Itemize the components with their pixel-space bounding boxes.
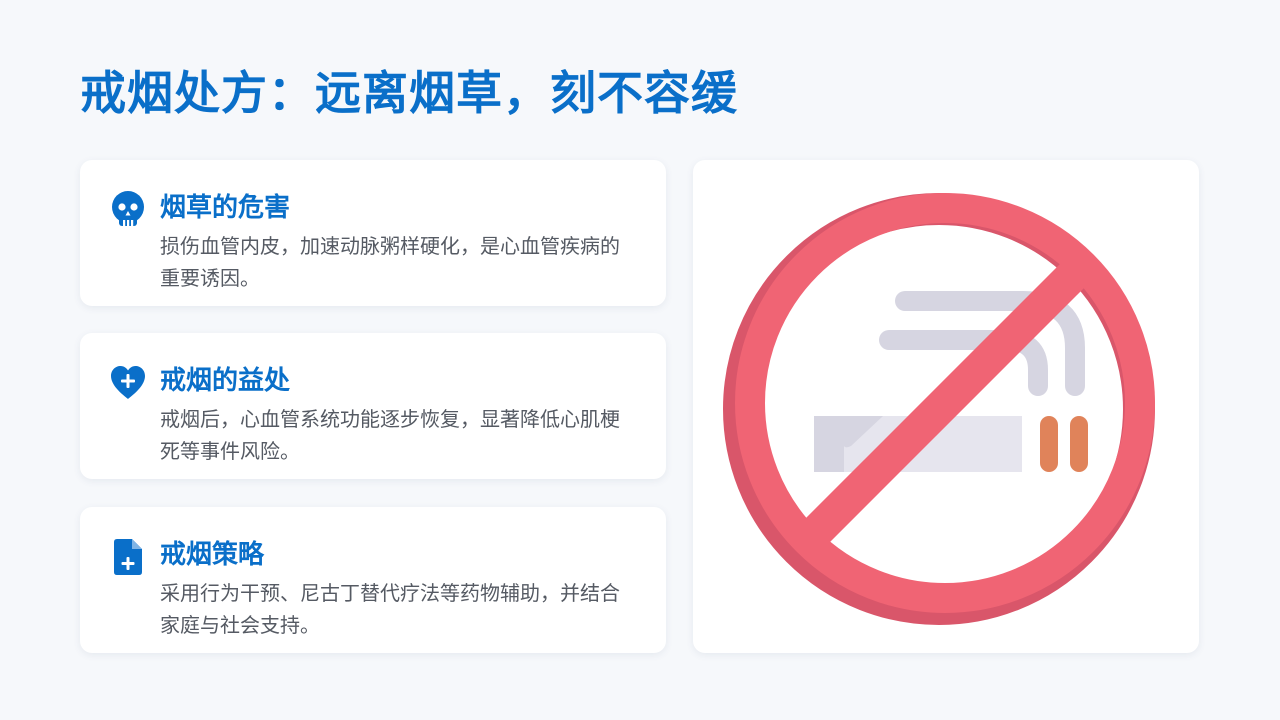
strategy-card-body: 采用行为干预、尼古丁替代疗法等药物辅助，并结合家庭与社会支持。 [160, 581, 620, 637]
skull-icon [108, 190, 148, 230]
slide: 戒烟处方：远离烟草，刻不容缓 烟草的危害 损伤血管内皮，加速动脉粥样硬化，是心血… [0, 0, 1280, 720]
strategy-card: 戒烟策略 采用行为干预、尼古丁替代疗法等药物辅助，并结合家庭与社会支持。 [80, 507, 666, 653]
heart-plus-icon [108, 363, 148, 403]
page-title: 戒烟处方：远离烟草，刻不容缓 [80, 66, 738, 120]
harm-card-body: 损伤血管内皮，加速动脉粥样硬化，是心血管疾病的重要诱因。 [160, 234, 620, 290]
no-smoking-icon [723, 193, 1155, 625]
harm-card-title: 烟草的危害 [160, 193, 291, 223]
file-plus-icon [108, 537, 148, 577]
strategy-card-title: 戒烟策略 [160, 540, 265, 570]
benefit-card: 戒烟的益处 戒烟后，心血管系统功能逐步恢复，显著降低心肌梗死等事件风险。 [80, 333, 666, 479]
harm-card: 烟草的危害 损伤血管内皮，加速动脉粥样硬化，是心血管疾病的重要诱因。 [80, 160, 666, 306]
illustration-panel [693, 160, 1199, 653]
benefit-card-title: 戒烟的益处 [160, 366, 291, 396]
benefit-card-body: 戒烟后，心血管系统功能逐步恢复，显著降低心肌梗死等事件风险。 [160, 407, 620, 463]
